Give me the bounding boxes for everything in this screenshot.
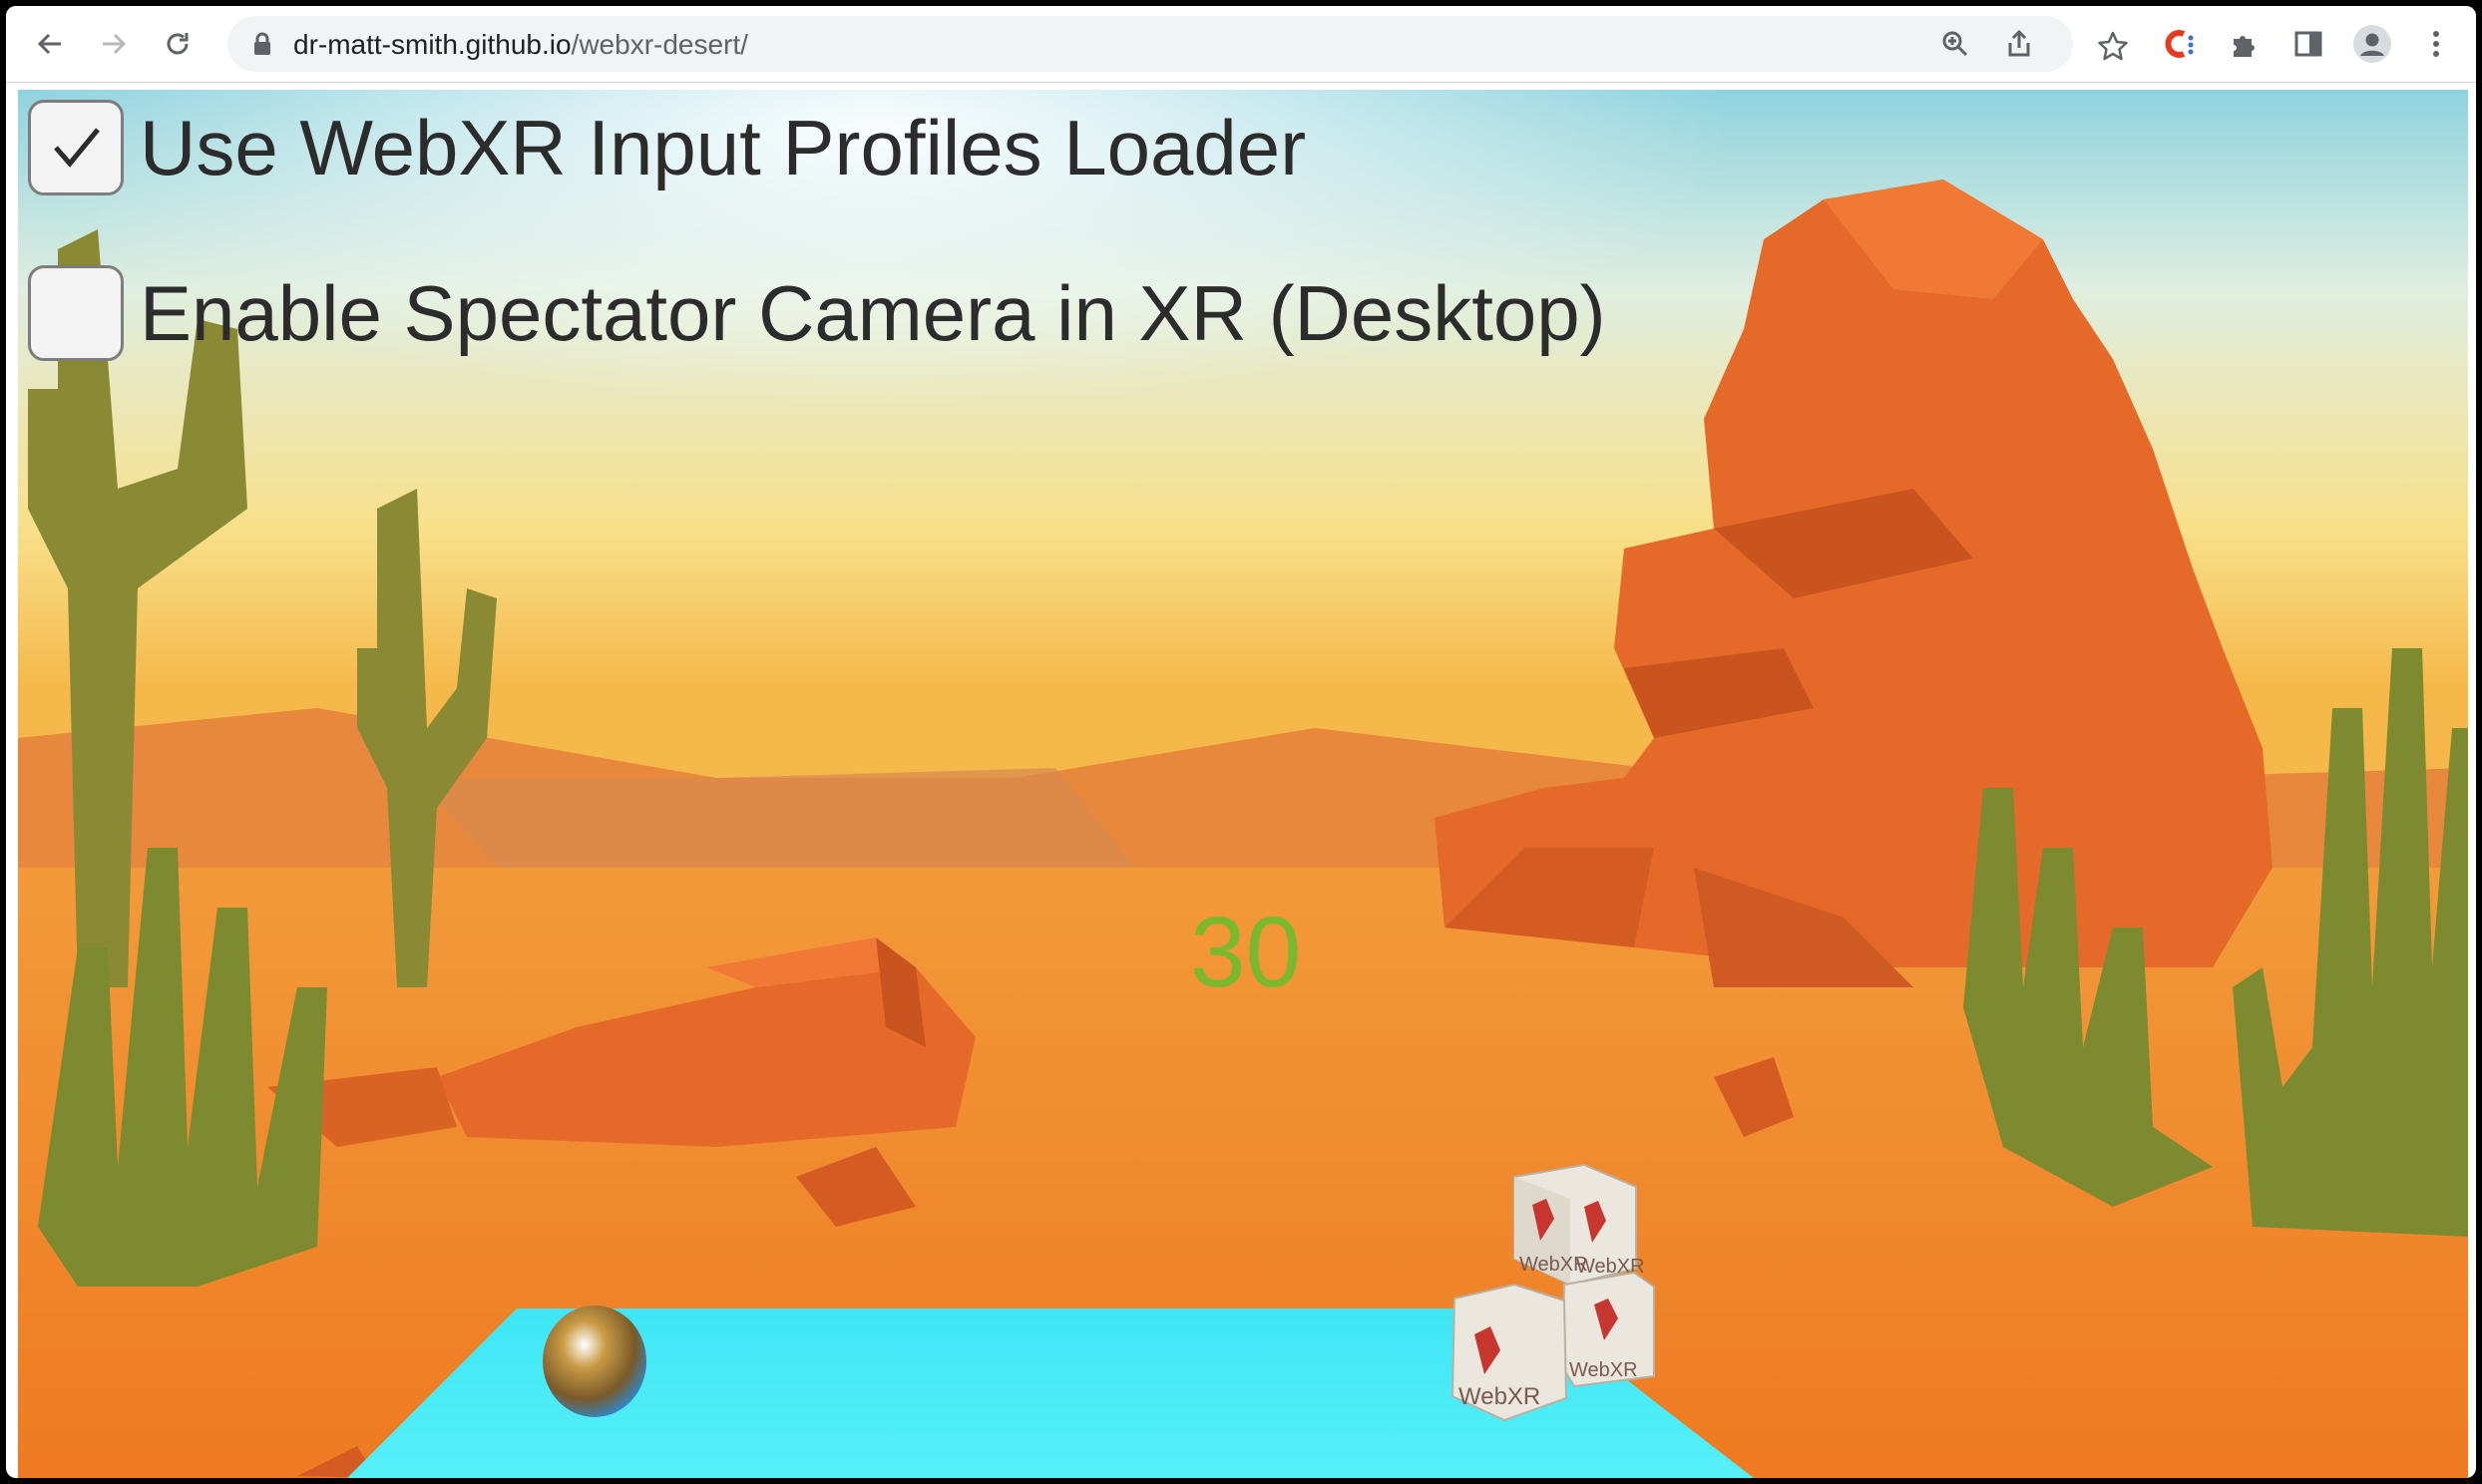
- side-panel-icon[interactable]: [2286, 22, 2330, 66]
- score-counter: 30: [1190, 897, 1302, 1008]
- webxr-cube: WebXR: [1450, 1283, 1568, 1422]
- option-input-profiles[interactable]: Use WebXR Input Profiles Loader: [28, 100, 1306, 195]
- webxr-cube: WebXR WebXR: [1513, 1163, 1645, 1287]
- svg-text:WebXR: WebXR: [1458, 1383, 1540, 1410]
- option-spectator-camera[interactable]: Enable Spectator Camera in XR (Desktop): [28, 265, 1606, 361]
- spectator-camera-label: Enable Spectator Camera in XR (Desktop): [140, 268, 1606, 357]
- webxr-cube: WebXR: [1560, 1271, 1655, 1388]
- star-icon[interactable]: [2095, 28, 2131, 64]
- reload-icon[interactable]: [156, 22, 200, 66]
- back-icon[interactable]: [28, 22, 72, 66]
- address-bar[interactable]: dr-matt-smith.github.io/webxr-desert/: [227, 16, 2073, 72]
- forward-icon[interactable]: [92, 22, 136, 66]
- url-text[interactable]: dr-matt-smith.github.io/webxr-desert/: [293, 29, 748, 61]
- url-path: /webxr-desert/: [571, 29, 748, 60]
- menu-icon[interactable]: [2414, 22, 2458, 66]
- zoom-icon[interactable]: [1935, 24, 1975, 64]
- webxr-viewport[interactable]: WebXR WebXR WebXR WebXR Use WebXR Input …: [18, 90, 2468, 1478]
- checkmark-icon: [54, 128, 100, 168]
- browser-window: dr-matt-smith.github.io/webxr-desert/ We…: [6, 6, 2476, 1478]
- profile-icon[interactable]: [2350, 22, 2394, 66]
- svg-text:WebXR: WebXR: [1569, 1359, 1638, 1381]
- browser-toolbar: dr-matt-smith.github.io/webxr-desert/: [6, 6, 2476, 83]
- lock-icon: [254, 32, 270, 55]
- input-profiles-checkbox[interactable]: [28, 100, 124, 195]
- spectator-camera-checkbox[interactable]: [28, 265, 124, 361]
- star-icon[interactable]: [2023, 24, 2063, 64]
- url-host: dr-matt-smith.github.io: [293, 29, 572, 60]
- puzzle-icon[interactable]: [2223, 22, 2267, 66]
- input-profiles-label: Use WebXR Input Profiles Loader: [140, 103, 1307, 191]
- extension-c-icon[interactable]: [2157, 22, 2201, 66]
